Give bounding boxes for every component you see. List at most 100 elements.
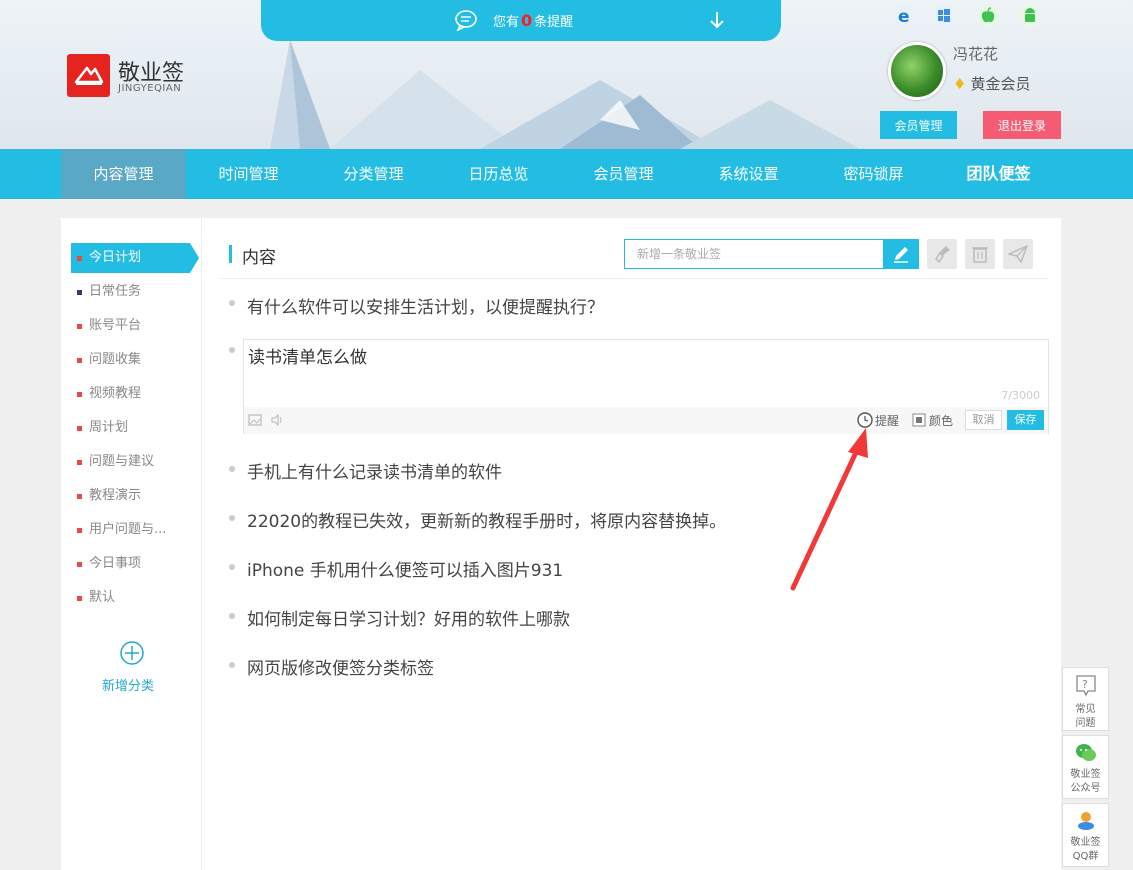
- main-panel: 今日计划 日常任务 账号平台 问题收集 视频教程 周计划 问题与建议 教程演示 …: [61, 218, 1061, 870]
- sidebar-item-label: 教程演示: [89, 488, 142, 503]
- logo[interactable]: [67, 54, 110, 97]
- chat-bubble-icon: [455, 10, 477, 31]
- brush-button[interactable]: [927, 239, 957, 269]
- brush-icon: [935, 246, 950, 264]
- logo-icon: [74, 66, 104, 85]
- nav-item-category[interactable]: 分类管理: [311, 149, 436, 199]
- bullet-square: [77, 460, 82, 465]
- sidebar-item-label: 默认: [89, 590, 116, 605]
- sidebar-item-user-issues[interactable]: 用户问题与...: [71, 515, 190, 545]
- note-bullet: [229, 300, 235, 306]
- note-bullet: [229, 662, 235, 668]
- header: 您有 0 条提醒 敬业签 JINGYEQIAN e 冯花花 ♦ 黄金会员 会员管理 退…: [0, 0, 1133, 149]
- note-bullet: [229, 613, 235, 619]
- bullet-square: [77, 426, 82, 431]
- bullet-square: [77, 392, 82, 397]
- windows-icon[interactable]: [932, 4, 956, 28]
- sidebar-item-issues[interactable]: 问题收集: [71, 345, 190, 375]
- sidebar-item-label: 用户问题与...: [89, 522, 167, 537]
- note-item[interactable]: 22020的教程已失效，更新新的教程手册时，将原内容替换掉。: [247, 507, 726, 532]
- image-icon[interactable]: [248, 413, 262, 427]
- wechat-widget[interactable]: 敬业签公众号: [1062, 735, 1109, 799]
- sidebar-item-label: 问题收集: [89, 352, 142, 367]
- android-icon[interactable]: [1018, 4, 1042, 28]
- editor-text[interactable]: 读书清单怎么做: [248, 343, 367, 368]
- sidebar-item-label: 日常任务: [89, 284, 142, 299]
- note-bullet: [229, 466, 235, 472]
- color-label[interactable]: 颜色: [929, 412, 953, 429]
- note-item[interactable]: 网页版修改便签分类标签: [247, 654, 434, 679]
- color-square-icon[interactable]: [912, 413, 926, 427]
- nav-item-team[interactable]: 团队便签: [936, 149, 1061, 199]
- user-name: 冯花花: [953, 45, 999, 63]
- content-divider: [221, 278, 1048, 279]
- svg-text:?: ?: [1082, 678, 1088, 691]
- reminder-suffix: 条提醒: [534, 15, 574, 30]
- sidebar-item-daily-tasks[interactable]: 日常任务: [71, 277, 190, 307]
- new-note-input[interactable]: [624, 239, 884, 269]
- delete-button[interactable]: [965, 239, 995, 269]
- bullet-square: [77, 596, 82, 601]
- qq-widget[interactable]: 敬业签QQ群: [1062, 803, 1109, 867]
- trash-icon: [972, 247, 988, 263]
- audio-icon[interactable]: [270, 413, 286, 427]
- note-item[interactable]: 有什么软件可以安排生活计划，以便提醒执行？: [247, 293, 604, 318]
- brand-sub: JINGYEQIAN: [118, 83, 182, 94]
- editor-save-button[interactable]: 保存: [1007, 410, 1044, 430]
- note-item[interactable]: 手机上有什么记录读书清单的软件: [247, 458, 502, 483]
- member-manage-button[interactable]: 会员管理: [880, 111, 957, 139]
- sidebar-item-tutorial[interactable]: 教程演示: [71, 481, 190, 511]
- editor-cancel-button[interactable]: 取消: [965, 410, 1002, 430]
- nav-item-lock[interactable]: 密码锁屏: [811, 149, 936, 199]
- reminder-text: 您有 0 条提醒: [493, 11, 573, 30]
- bullet-square: [77, 528, 82, 533]
- add-category-label[interactable]: 新增分类: [102, 675, 154, 694]
- sidebar-item-label: 今日计划: [89, 250, 142, 265]
- sidebar-item-feedback[interactable]: 问题与建议: [71, 447, 190, 477]
- sidebar-item-label: 视频教程: [89, 386, 142, 401]
- reminder-count: 0: [521, 11, 533, 30]
- main-nav: 内容管理 时间管理 分类管理 日历总览 会员管理 系统设置 密码锁屏 团队便签: [0, 149, 1133, 199]
- sidebar-item-video[interactable]: 视频教程: [71, 379, 190, 409]
- qq-group-icon: [1077, 812, 1094, 830]
- clock-icon[interactable]: [856, 411, 874, 429]
- member-level-label: 黄金会员: [970, 75, 1031, 93]
- avatar[interactable]: [888, 42, 946, 100]
- sidebar-item-today-items[interactable]: 今日事项: [71, 549, 190, 579]
- note-item[interactable]: 如何制定每日学习计划？好用的软件上哪款: [247, 605, 570, 630]
- bullet-square: [77, 358, 82, 363]
- question-icon: ?: [1075, 675, 1096, 697]
- remind-label[interactable]: 提醒: [875, 412, 899, 429]
- apple-icon[interactable]: [976, 4, 1000, 28]
- sidebar-item-accounts[interactable]: 账号平台: [71, 311, 190, 341]
- note-item[interactable]: iPhone 手机用什么便签可以插入图片931: [247, 556, 563, 581]
- ie-icon[interactable]: e: [893, 4, 917, 28]
- note-bullet: [229, 564, 235, 570]
- nav-item-settings[interactable]: 系统设置: [686, 149, 811, 199]
- nav-item-content[interactable]: 内容管理: [61, 149, 186, 199]
- wechat-icon: [1075, 744, 1096, 761]
- bullet-square: [77, 290, 82, 295]
- logout-button[interactable]: 退出登录: [983, 111, 1061, 139]
- nav-item-member[interactable]: 会员管理: [561, 149, 686, 199]
- new-note-edit-button[interactable]: [883, 239, 919, 269]
- nav-item-time[interactable]: 时间管理: [186, 149, 311, 199]
- title-accent-bar: [229, 245, 232, 263]
- sidebar-item-today-plan[interactable]: 今日计划: [71, 243, 190, 273]
- note-editor[interactable]: 读书清单怎么做 7/3000 提醒 颜色 取消 保存: [243, 339, 1049, 434]
- arrow-down-icon[interactable]: [708, 10, 726, 30]
- send-button[interactable]: [1003, 239, 1033, 269]
- sidebar-item-default[interactable]: 默认: [71, 583, 190, 613]
- svg-text:e: e: [898, 7, 910, 27]
- sidebar-item-label: 今日事项: [89, 556, 142, 571]
- faq-widget[interactable]: ? 常见问题: [1062, 667, 1109, 731]
- add-category-icon[interactable]: [119, 640, 145, 666]
- sidebar-item-weekly[interactable]: 周计划: [71, 413, 190, 443]
- reminder-notice-bar[interactable]: 您有 0 条提醒: [261, 0, 781, 41]
- bullet-square: [77, 324, 82, 329]
- note-bullet: [229, 515, 235, 521]
- nav-item-calendar[interactable]: 日历总览: [436, 149, 561, 199]
- reminder-prefix: 您有: [493, 15, 520, 30]
- sidebar-item-label: 问题与建议: [89, 454, 155, 469]
- qq-label: 敬业签QQ群: [1070, 837, 1101, 862]
